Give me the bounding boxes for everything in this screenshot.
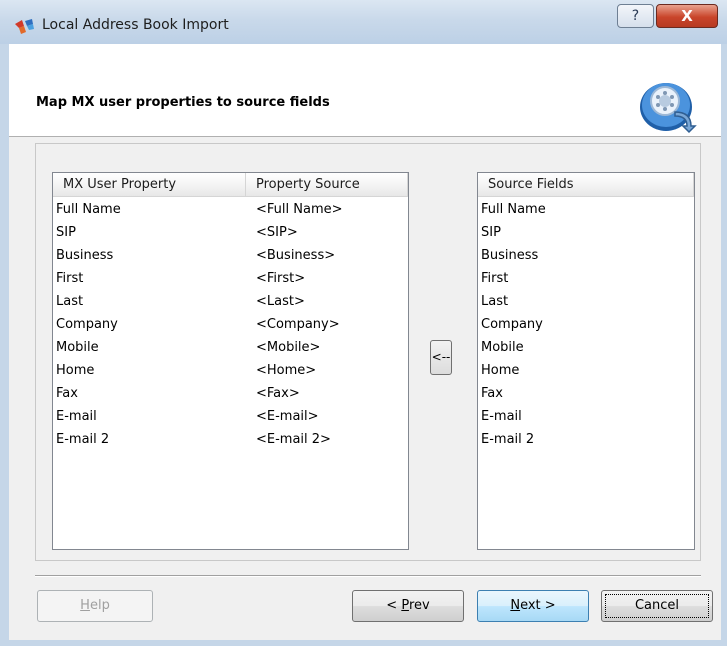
mapping-row-property[interactable]: Home	[56, 359, 94, 382]
source-field-item[interactable]: E-mail	[481, 405, 522, 428]
mapping-row-source[interactable]: <SIP>	[256, 221, 298, 244]
mapping-row-property[interactable]: Company	[56, 313, 118, 336]
wizard-header: Map MX user properties to source fields	[9, 44, 721, 137]
mapping-list[interactable]: MX User Property Property Source Full Na…	[52, 172, 409, 550]
address-book-import-icon	[640, 83, 697, 134]
source-field-item[interactable]: First	[481, 267, 508, 290]
mapping-row-source[interactable]: <Home>	[256, 359, 316, 382]
source-field-item[interactable]: Home	[481, 359, 519, 382]
source-field-item[interactable]: SIP	[481, 221, 501, 244]
mapping-row-property[interactable]: E-mail 2	[56, 428, 109, 451]
column-header-source-fields[interactable]: Source Fields	[478, 173, 694, 197]
source-field-item[interactable]: Last	[481, 290, 508, 313]
window-title: Local Address Book Import	[42, 17, 229, 33]
mapping-row-property[interactable]: Business	[56, 244, 113, 267]
source-fields-list[interactable]: Source Fields Full Name SIP Business First L…	[477, 172, 695, 550]
source-field-item[interactable]: Full Name	[481, 198, 546, 221]
mapping-row-source[interactable]: <Business>	[256, 244, 335, 267]
mapping-row-source[interactable]: <Fax>	[256, 382, 300, 405]
app-icon	[15, 19, 34, 34]
source-field-item[interactable]: Mobile	[481, 336, 524, 359]
footer-separator	[35, 575, 701, 577]
assign-field-button[interactable]: <--	[430, 340, 452, 375]
mapping-row-property[interactable]: Full Name	[56, 198, 121, 221]
source-field-item[interactable]: Business	[481, 244, 538, 267]
column-header-mx-user-property[interactable]: MX User Property	[53, 173, 246, 197]
page-title: Map MX user properties to source fields	[36, 95, 330, 110]
source-field-item[interactable]: E-mail 2	[481, 428, 534, 451]
help-title-button[interactable]: ?	[617, 4, 654, 28]
next-button[interactable]: Next >	[477, 590, 589, 622]
cancel-button[interactable]: Cancel	[601, 590, 713, 622]
mapping-row-property[interactable]: SIP	[56, 221, 76, 244]
title-bar[interactable]: Local Address Book Import ? X	[0, 0, 727, 44]
mapping-row-source[interactable]: <E-mail 2>	[256, 428, 331, 451]
mapping-row-source[interactable]: <Last>	[256, 290, 305, 313]
mapping-row-source[interactable]: <Mobile>	[256, 336, 320, 359]
dialog-body: Map MX user properties to source fields …	[9, 44, 721, 640]
dialog-window: Local Address Book Import ? X Map MX use…	[0, 0, 727, 646]
mapping-row-property[interactable]: E-mail	[56, 405, 97, 428]
mapping-row-property[interactable]: Fax	[56, 382, 78, 405]
column-header-property-source[interactable]: Property Source	[246, 173, 408, 197]
mapping-row-property[interactable]: First	[56, 267, 83, 290]
prev-button[interactable]: < Prev	[352, 590, 464, 622]
mapping-row-property[interactable]: Mobile	[56, 336, 99, 359]
source-field-item[interactable]: Fax	[481, 382, 503, 405]
mapping-row-source[interactable]: <Full Name>	[256, 198, 343, 221]
help-button[interactable]: Help	[37, 590, 153, 622]
source-field-item[interactable]: Company	[481, 313, 543, 336]
mapping-row-property[interactable]: Last	[56, 290, 83, 313]
mapping-row-source[interactable]: <E-mail>	[256, 405, 319, 428]
close-button[interactable]: X	[656, 4, 718, 28]
mapping-row-source[interactable]: <Company>	[256, 313, 340, 336]
focus-rectangle	[605, 594, 709, 618]
mapping-row-source[interactable]: <First>	[256, 267, 305, 290]
